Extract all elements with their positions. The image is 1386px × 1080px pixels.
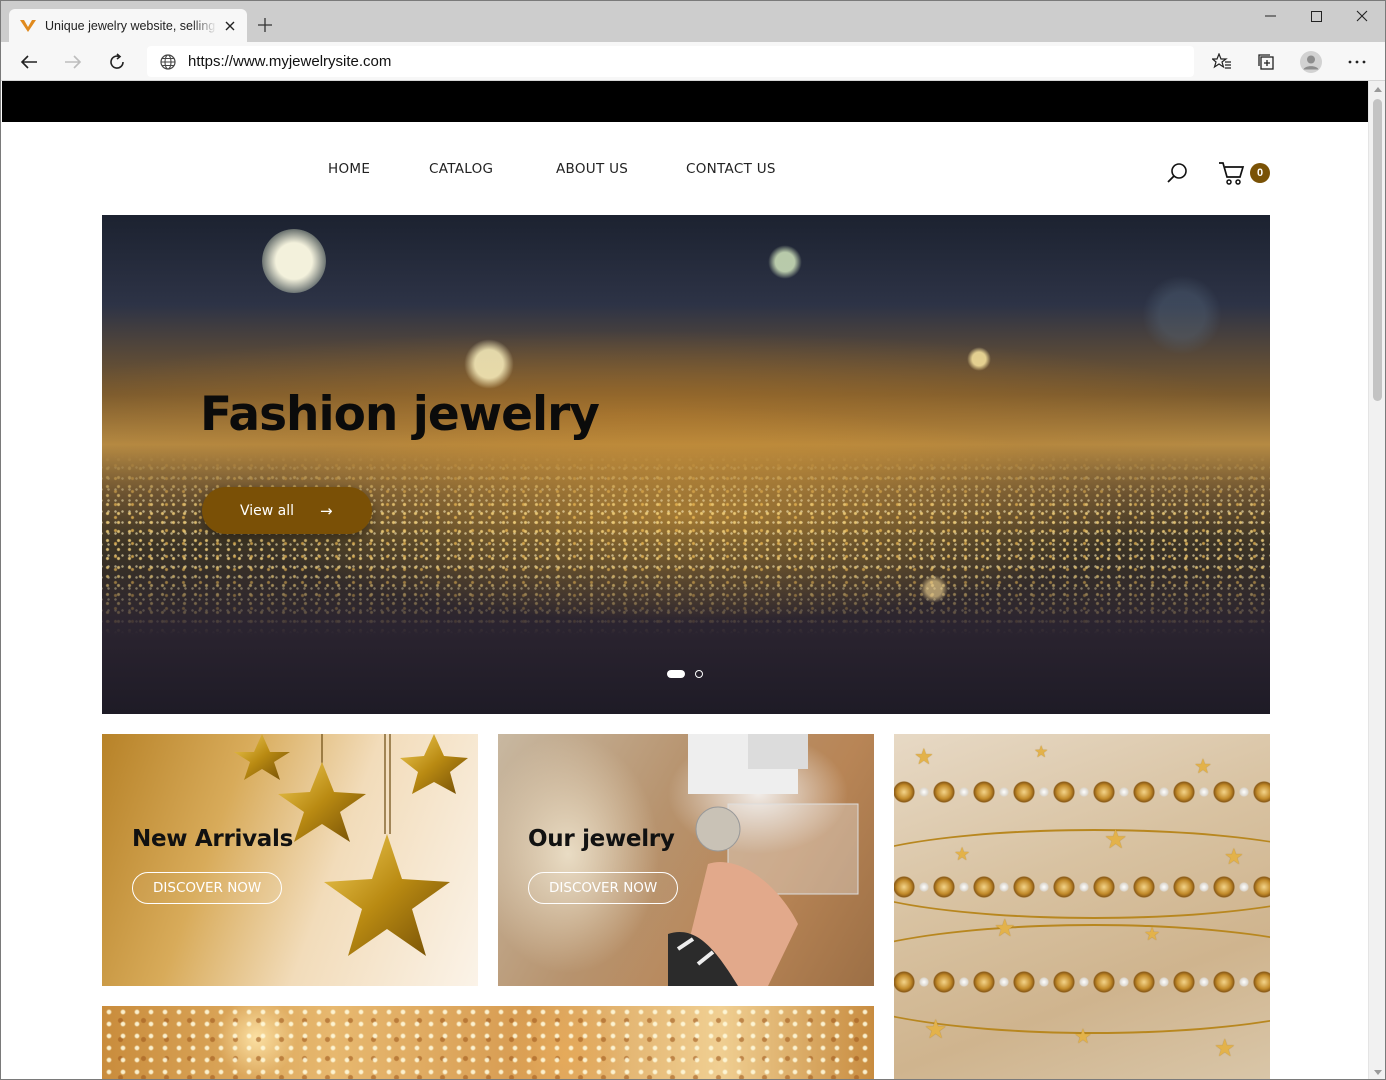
scrollbar-thumb[interactable] bbox=[1373, 99, 1382, 401]
bokeh-light bbox=[262, 229, 326, 293]
tile-title: New Arrivals bbox=[132, 826, 293, 852]
view-all-label: View all bbox=[240, 502, 295, 519]
star-confetti: ★ bbox=[1194, 756, 1212, 778]
top-bar bbox=[2, 81, 1368, 122]
star-confetti: ★ bbox=[1224, 844, 1244, 869]
jewelry-making-photo bbox=[668, 734, 859, 986]
arrow-right-icon: → bbox=[320, 501, 333, 520]
maximize-icon[interactable] bbox=[1293, 1, 1339, 31]
cart-icon[interactable] bbox=[1218, 160, 1246, 186]
cart-count-badge: 0 bbox=[1250, 163, 1270, 183]
tab-title: Unique jewelry website, selling jewelry bbox=[45, 18, 217, 33]
star-confetti: ★ bbox=[1034, 744, 1049, 761]
refresh-icon[interactable] bbox=[102, 47, 132, 77]
address-bar[interactable]: https://www.myjewelrysite.com bbox=[147, 46, 1194, 77]
pearl-garland-banner[interactable]: ★ ★ ★ ★ ★ ★ ★ ★ ★ ★ ★ bbox=[894, 734, 1270, 1079]
browser-window: Unique jewelry website, selling jewelry bbox=[0, 0, 1386, 1080]
gold-stars-illustration bbox=[234, 734, 468, 956]
slider-pagination bbox=[667, 670, 703, 678]
bokeh-light bbox=[464, 339, 514, 389]
star-confetti: ★ bbox=[914, 744, 934, 769]
vertical-scrollbar[interactable] bbox=[1368, 81, 1385, 1079]
star-confetti: ★ bbox=[1074, 1026, 1092, 1048]
favorites-icon[interactable] bbox=[1207, 47, 1237, 77]
star-confetti: ★ bbox=[1144, 924, 1161, 944]
nav-home[interactable]: HOME bbox=[328, 161, 370, 183]
plus-icon[interactable] bbox=[253, 13, 277, 37]
hero-title: Fashion jewelry bbox=[200, 387, 600, 442]
star-confetti: ★ bbox=[1104, 824, 1128, 854]
tile-title: Our jewelry bbox=[528, 826, 675, 852]
close-icon[interactable] bbox=[221, 17, 239, 35]
glitter-banner[interactable] bbox=[102, 1006, 874, 1079]
slide-dot-active[interactable] bbox=[667, 670, 685, 678]
view-all-button[interactable]: View all → bbox=[202, 487, 372, 534]
browser-tab[interactable]: Unique jewelry website, selling jewelry bbox=[9, 9, 247, 42]
bokeh-light bbox=[920, 575, 948, 603]
search-icon[interactable] bbox=[1165, 161, 1189, 185]
nav-about-us[interactable]: ABOUT US bbox=[556, 161, 628, 183]
tab-strip: Unique jewelry website, selling jewelry bbox=[1, 1, 1385, 42]
bokeh-light bbox=[768, 245, 802, 279]
forward-arrow-icon[interactable] bbox=[58, 47, 88, 77]
page-viewport: HOME CATALOG ABOUT US CONTACT US 0 Fashi… bbox=[2, 81, 1368, 1079]
nav-catalog[interactable]: CATALOG bbox=[429, 161, 493, 183]
discover-now-button[interactable]: DISCOVER NOW bbox=[132, 872, 283, 904]
gold-chain bbox=[894, 829, 1270, 919]
pearl-strand bbox=[894, 779, 1270, 805]
nav-contact-us[interactable]: CONTACT US bbox=[686, 161, 776, 183]
profile-icon[interactable] bbox=[1296, 47, 1326, 77]
browser-toolbar: https://www.myjewelrysite.com bbox=[1, 42, 1385, 81]
scroll-up-icon[interactable] bbox=[1369, 81, 1385, 97]
our-jewelry-banner[interactable]: Our jewelry DISCOVER NOW bbox=[498, 734, 874, 986]
star-confetti: ★ bbox=[1214, 1035, 1236, 1062]
more-icon[interactable] bbox=[1342, 47, 1372, 77]
globe-icon[interactable] bbox=[159, 53, 177, 71]
hero-slider: Fashion jewelry View all → bbox=[102, 215, 1270, 714]
bokeh-light bbox=[1142, 275, 1222, 355]
glitter-texture bbox=[102, 1006, 874, 1079]
back-arrow-icon[interactable] bbox=[14, 47, 44, 77]
minimize-icon[interactable] bbox=[1247, 1, 1293, 31]
star-confetti: ★ bbox=[994, 915, 1016, 942]
hero-glitter bbox=[102, 455, 1270, 635]
favicon-v-icon bbox=[19, 18, 37, 34]
collections-icon[interactable] bbox=[1251, 47, 1281, 77]
star-confetti: ★ bbox=[954, 844, 971, 864]
slide-dot[interactable] bbox=[695, 670, 703, 678]
bokeh-light bbox=[967, 347, 991, 371]
url-text[interactable]: https://www.myjewelrysite.com bbox=[188, 53, 391, 70]
scroll-down-icon[interactable] bbox=[1369, 1064, 1385, 1079]
close-icon[interactable] bbox=[1339, 1, 1385, 31]
gold-chain bbox=[894, 924, 1270, 1034]
star-confetti: ★ bbox=[924, 1014, 948, 1044]
discover-now-button[interactable]: DISCOVER NOW bbox=[528, 872, 679, 904]
new-arrivals-banner[interactable]: New Arrivals DISCOVER NOW bbox=[102, 734, 478, 986]
